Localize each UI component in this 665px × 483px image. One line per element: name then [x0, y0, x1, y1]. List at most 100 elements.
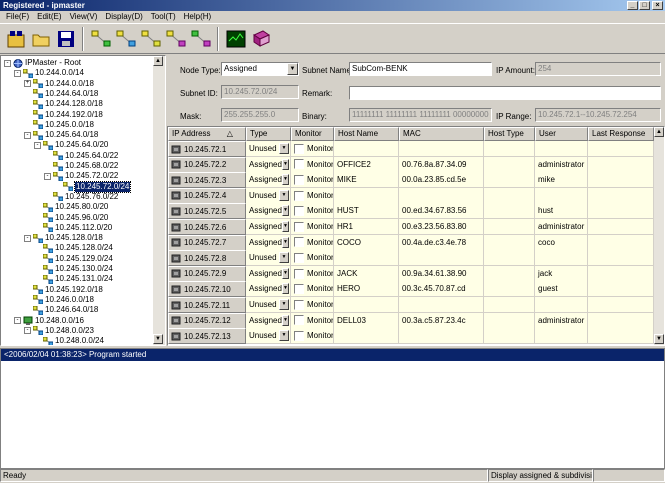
monitor-cell[interactable]: Monitor	[291, 250, 334, 267]
help-book-toolbar-button[interactable]	[249, 27, 272, 50]
type-dropdown[interactable]: Unused ▼	[246, 187, 291, 204]
tree-node[interactable]: 10.245.80.0/20	[34, 202, 108, 212]
tree-node[interactable]: 10.244.192.0/18	[24, 110, 103, 120]
last-response-cell[interactable]	[588, 203, 654, 220]
tree-node[interactable]: +10.244.0.0/18	[24, 79, 94, 89]
column-header-mac[interactable]: MAC	[399, 127, 484, 141]
host-type-cell[interactable]	[484, 328, 535, 345]
tree-node[interactable]: 10.245.130.0/24	[34, 264, 113, 274]
collapse-icon[interactable]: -	[14, 69, 21, 77]
scroll-up-button[interactable]: ▲	[654, 127, 664, 137]
user-cell[interactable]: coco	[535, 234, 588, 251]
user-cell[interactable]	[535, 141, 588, 157]
user-cell[interactable]	[535, 328, 588, 345]
mac-cell[interactable]: 00.9a.34.61.38.90	[399, 265, 484, 282]
user-cell[interactable]: mike	[535, 172, 588, 189]
monitor-cell[interactable]: Monitor	[291, 234, 334, 251]
chevron-down-icon[interactable]: ▼	[281, 236, 289, 248]
close-button[interactable]: ×	[652, 1, 663, 10]
monitor-checkbox[interactable]	[294, 159, 304, 170]
expand-icon[interactable]: +	[24, 80, 31, 88]
last-response-cell[interactable]	[588, 328, 654, 345]
user-cell[interactable]: administrator	[535, 219, 588, 235]
mac-cell[interactable]: 00.4a.de.c3.4e.78	[399, 234, 484, 251]
ip-address-cell[interactable]: 10.245.72.7	[168, 234, 246, 251]
tree-node[interactable]: 10.245.72.0/24	[54, 180, 132, 193]
tree-node[interactable]: 10.245.0.0/18	[24, 120, 94, 130]
ip-address-cell[interactable]: 10.245.72.3	[168, 172, 246, 189]
new-toolbar-button[interactable]	[4, 27, 27, 50]
tree-node[interactable]: - 10.245.64.0/18	[24, 130, 98, 140]
ip-address-cell[interactable]: 10.245.72.9	[168, 265, 246, 282]
tree-tool-3-button[interactable]	[139, 27, 162, 50]
host-name-cell[interactable]: HR1	[334, 219, 399, 235]
mac-cell[interactable]	[399, 250, 484, 267]
type-dropdown[interactable]: Assigned ▼	[246, 234, 291, 251]
tree-node[interactable]: - IPMaster - Root	[4, 58, 81, 68]
tree-node[interactable]: 10.245.129.0/24	[34, 254, 113, 264]
collapse-icon[interactable]: -	[24, 131, 31, 139]
table-row[interactable]: 10.245.72.3 Assigned ▼ Monitor MIKE 00.0a.23.…	[168, 172, 654, 189]
type-dropdown[interactable]: Assigned ▼	[246, 265, 291, 282]
host-name-cell[interactable]	[334, 187, 399, 204]
user-cell[interactable]	[535, 297, 588, 313]
host-name-cell[interactable]: MIKE	[334, 172, 399, 189]
mac-cell[interactable]	[399, 328, 484, 345]
chevron-down-icon[interactable]: ▼	[279, 252, 289, 264]
host-name-cell[interactable]: COCO	[334, 234, 399, 251]
last-response-cell[interactable]	[588, 172, 654, 189]
tree-node[interactable]: 10.245.68.0/22	[44, 161, 118, 171]
monitor-checkbox[interactable]	[294, 315, 304, 326]
save-toolbar-button[interactable]	[54, 27, 77, 50]
type-dropdown[interactable]: Assigned ▼	[246, 203, 291, 220]
type-dropdown[interactable]: Assigned ▼	[246, 172, 291, 189]
host-name-cell[interactable]	[334, 328, 399, 345]
tree-tool-5-button[interactable]	[189, 27, 212, 50]
chevron-down-icon[interactable]: ▼	[279, 143, 289, 154]
ip-address-cell[interactable]: 10.245.72.8	[168, 250, 246, 267]
last-response-cell[interactable]	[588, 250, 654, 267]
monitor-cell[interactable]: Monitor	[291, 312, 334, 329]
ip-address-cell[interactable]: 10.245.72.13	[168, 328, 246, 345]
monitor-checkbox[interactable]	[294, 284, 304, 295]
monitor-cell[interactable]: Monitor	[291, 281, 334, 298]
tree-node[interactable]: - 10.248.0.0/23	[24, 326, 94, 336]
monitor-checkbox[interactable]	[294, 175, 304, 186]
monitor-cell[interactable]: Monitor	[291, 328, 334, 345]
maximize-button[interactable]: □	[639, 1, 650, 10]
mac-cell[interactable]: 00.76.8a.87.34.09	[399, 156, 484, 173]
host-name-cell[interactable]	[334, 250, 399, 267]
monitor-cell[interactable]: Monitor	[291, 172, 334, 189]
last-response-cell[interactable]	[588, 141, 654, 157]
collapse-icon[interactable]: -	[14, 317, 21, 324]
tree-node[interactable]: 10.245.131.0/24	[34, 274, 113, 284]
monitor-cell[interactable]: Monitor	[291, 265, 334, 282]
monitor-cell[interactable]: Monitor	[291, 297, 334, 313]
monitor-checkbox[interactable]	[294, 143, 304, 154]
user-cell[interactable]: administrator	[535, 156, 588, 173]
user-cell[interactable]: hust	[535, 203, 588, 220]
host-type-cell[interactable]	[484, 141, 535, 157]
tree-tool-1-button[interactable]	[89, 27, 112, 50]
host-name-cell[interactable]: JACK	[334, 265, 399, 282]
tree-node[interactable]: - 10.245.128.0/18	[24, 233, 103, 243]
monitor-checkbox[interactable]	[294, 253, 304, 264]
type-dropdown[interactable]: Assigned ▼	[246, 312, 291, 329]
type-dropdown[interactable]: Assigned ▼	[246, 219, 291, 235]
ip-address-grid[interactable]: IP Address △ Type Monitor Host Name MAC …	[167, 126, 665, 346]
table-row[interactable]: 10.245.72.12 Assigned ▼ Monitor DELL03 00.3a.…	[168, 312, 654, 329]
ip-address-cell[interactable]: 10.245.72.5	[168, 203, 246, 220]
table-row[interactable]: 10.245.72.7 Assigned ▼ Monitor COCO 00.4a.de.…	[168, 234, 654, 251]
table-row[interactable]: 10.245.72.5 Assigned ▼ Monitor HUST 00.ed.34.…	[168, 203, 654, 220]
type-dropdown[interactable]: Unused ▼	[246, 141, 291, 157]
column-header-last-response[interactable]: Last Response	[588, 127, 654, 141]
monitor-checkbox[interactable]	[294, 206, 304, 217]
mac-cell[interactable]	[399, 187, 484, 204]
chevron-down-icon[interactable]: ▼	[281, 205, 289, 217]
mac-cell[interactable]: 00.e3.23.56.83.80	[399, 219, 484, 235]
column-header-ip-address[interactable]: IP Address △	[168, 127, 246, 141]
table-row[interactable]: 10.245.72.2 Assigned ▼ Monitor OFFICE2 00.76.…	[168, 156, 654, 173]
host-type-cell[interactable]	[484, 297, 535, 313]
host-type-cell[interactable]	[484, 172, 535, 189]
ip-address-cell[interactable]: 10.245.72.1	[168, 141, 246, 157]
